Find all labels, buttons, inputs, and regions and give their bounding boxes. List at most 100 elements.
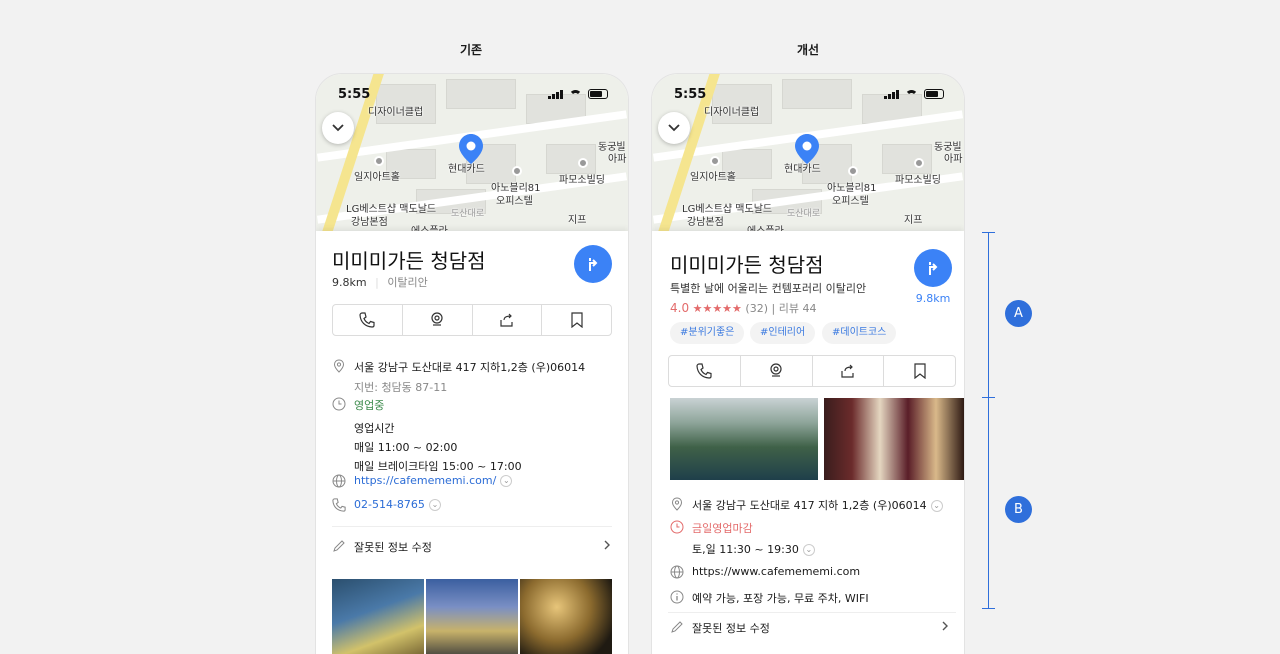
distance: 9.8km xyxy=(332,276,367,289)
before-phone: 디자이너클럽 현대카드 일지아트홀 아노블리81 오피스텔 파모소빌딩 동궁빌 … xyxy=(316,74,628,654)
clock-icon xyxy=(670,520,684,534)
battery-icon xyxy=(588,89,608,99)
place-title: 미미미가든 청담점 xyxy=(332,249,486,273)
wifi-icon xyxy=(905,89,918,99)
phone-icon xyxy=(332,498,346,512)
report-label: 잘못된 정보 수정 xyxy=(692,622,770,635)
open-status: 영업중 xyxy=(354,399,385,412)
address: 서울 강남구 도산대로 417 지하 1,2층 (우)06014 xyxy=(692,499,927,512)
distance: 9.8km xyxy=(915,292,951,305)
map-label: 지프 xyxy=(568,215,587,226)
tag-chip[interactable]: #분위기좋은 xyxy=(670,322,745,344)
tag-list: #분위기좋은 #인테리어 #데이트코스 xyxy=(670,322,950,344)
poi-icon xyxy=(374,156,384,166)
photo[interactable] xyxy=(824,398,964,480)
poi-icon xyxy=(710,156,720,166)
phone-icon xyxy=(696,363,712,379)
map-label: 아파 xyxy=(944,154,963,165)
tag-chip[interactable]: #데이트코스 xyxy=(822,322,897,344)
status-bar: 5:55 xyxy=(652,74,964,112)
map-pin-icon xyxy=(431,312,443,326)
photo[interactable] xyxy=(520,579,612,654)
location-icon xyxy=(333,359,345,373)
poi-icon xyxy=(848,166,858,176)
map-label: 파모소빌딩 xyxy=(559,175,605,186)
phone-row: 02-514-8765 ⌄ xyxy=(332,498,441,512)
bookmark-icon xyxy=(914,363,926,379)
wifi-icon xyxy=(569,89,582,99)
share-button[interactable] xyxy=(473,305,543,335)
chevron-down-icon xyxy=(668,124,680,132)
review-label[interactable]: | 리뷰 44 xyxy=(772,302,817,315)
bracket-tick xyxy=(982,608,995,609)
status-time: 5:55 xyxy=(338,87,371,102)
bookmark-button[interactable] xyxy=(542,305,611,335)
share-icon xyxy=(841,364,854,378)
status-bar: 5:55 xyxy=(316,74,628,112)
map-label: 일지아트홀 xyxy=(690,172,736,183)
bookmark-button[interactable] xyxy=(884,356,955,386)
rating-value: 4.0 xyxy=(670,301,690,315)
report-row[interactable]: 잘못된 정보 수정 xyxy=(670,620,950,636)
address: 서울 강남구 도산대로 417 지하1,2층 (우)06014 xyxy=(354,361,586,374)
lot-address: 지번: 청담동 87-11 xyxy=(354,381,448,394)
place-title: 미미미가든 청담점 xyxy=(670,253,824,277)
map-label: 에스플라 xyxy=(411,222,448,231)
map-pin-icon xyxy=(770,363,782,377)
chevron-down-icon[interactable]: ⌄ xyxy=(428,499,441,511)
poi-icon xyxy=(914,158,924,168)
review-count: (32) xyxy=(745,302,768,315)
collapse-button[interactable] xyxy=(322,112,354,144)
amenities: 예약 가능, 포장 가능, 무료 주차, WIFI xyxy=(692,592,869,605)
action-bar xyxy=(668,355,956,387)
signal-icon xyxy=(548,89,563,99)
annotation-badge-b: B xyxy=(1005,496,1032,523)
call-button[interactable] xyxy=(669,356,741,386)
share-icon xyxy=(500,313,513,327)
annotation-bracket xyxy=(988,232,989,609)
chevron-down-icon xyxy=(332,124,344,132)
hours-detail: 영업시간 매일 11:00 ~ 02:00 매일 브레이크타임 15:00 ~ … xyxy=(354,420,522,474)
hours-daily: 매일 11:00 ~ 02:00 xyxy=(354,441,458,454)
directions-button[interactable] xyxy=(914,249,952,287)
report-row[interactable]: 잘못된 정보 수정 xyxy=(332,539,612,555)
category: 이탈리안 xyxy=(387,276,428,289)
website-link[interactable]: https://cafemememi.com/ xyxy=(354,474,496,487)
directions-icon xyxy=(589,258,598,271)
directions-button[interactable] xyxy=(574,245,612,283)
website-row: https://www.cafemememi.com xyxy=(670,565,860,579)
place-description: 특별한 날에 어울리는 컨템포러리 이탈리안 xyxy=(670,282,867,295)
map-label: 파모소빌딩 xyxy=(895,175,941,186)
call-button[interactable] xyxy=(333,305,403,335)
map-label: 지프 xyxy=(904,215,923,226)
collapse-button[interactable] xyxy=(658,112,690,144)
phone-link[interactable]: 02-514-8765 xyxy=(354,498,425,511)
address-row: 서울 강남구 도산대로 417 지하1,2층 (우)06014 지번: 청담동 … xyxy=(332,359,585,395)
report-label: 잘못된 정보 수정 xyxy=(354,541,432,554)
photo[interactable] xyxy=(332,579,424,654)
globe-icon xyxy=(670,565,684,579)
map-label: 일지아트홀 xyxy=(354,172,400,183)
before-label: 기존 xyxy=(459,43,483,57)
map-view-button[interactable] xyxy=(741,356,813,386)
location-pin-icon[interactable] xyxy=(795,134,819,164)
chevron-down-icon[interactable]: ⌄ xyxy=(802,544,815,556)
business-status: 금일영업마감 xyxy=(692,522,753,535)
share-button[interactable] xyxy=(813,356,885,386)
battery-icon xyxy=(924,89,944,99)
after-phone: 디자이너클럽 현대카드 일지아트홀 아노블리81 오피스텔 파모소빌딩 동궁빌 … xyxy=(652,74,964,654)
location-pin-icon[interactable] xyxy=(459,134,483,164)
website-link[interactable]: https://www.cafemememi.com xyxy=(692,565,860,578)
address-row: 서울 강남구 도산대로 417 지하 1,2층 (우)06014 ⌄ xyxy=(670,497,943,513)
tag-chip[interactable]: #인테리어 xyxy=(750,322,816,344)
hours-row: 금일영업마감 토,일 11:30 ~ 19:30 ⌄ xyxy=(670,520,815,557)
map-label: 아파 xyxy=(608,154,627,165)
map-label: 오피스텔 xyxy=(496,196,533,207)
map-view-button[interactable] xyxy=(403,305,473,335)
photo[interactable] xyxy=(426,579,518,654)
map-label: 에스플라 xyxy=(747,222,784,231)
photo[interactable] xyxy=(670,398,818,480)
clock-icon xyxy=(332,397,346,411)
chevron-down-icon[interactable]: ⌄ xyxy=(930,500,943,512)
chevron-down-icon[interactable]: ⌄ xyxy=(500,475,513,487)
